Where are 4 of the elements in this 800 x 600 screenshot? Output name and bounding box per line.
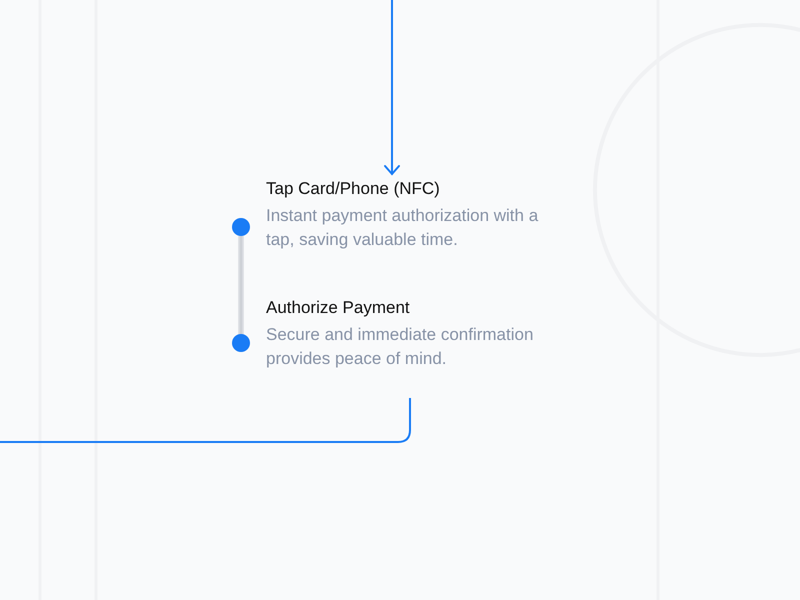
step-title: Authorize Payment <box>266 297 411 319</box>
step-description: Secure and immediate confirmation provides peace of mind. <box>266 324 534 370</box>
step-title: Tap Card/Phone (NFC) <box>266 178 441 200</box>
step-description: Instant payment authorization with a tap, saving valuable time. <box>266 205 540 251</box>
